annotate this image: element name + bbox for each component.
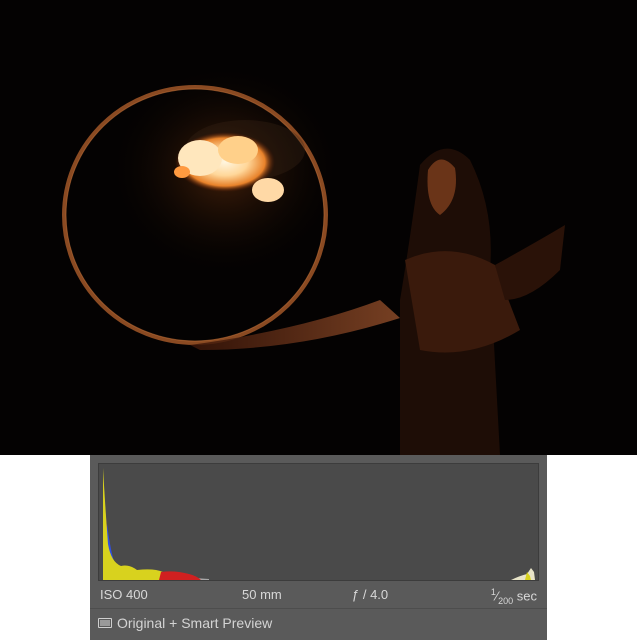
focal-length-value: 50 mm: [242, 587, 282, 602]
aperture-value: ƒ / 4.0: [352, 587, 389, 602]
histogram-red-channel: [159, 571, 201, 580]
histogram[interactable]: [98, 463, 539, 581]
shutter-speed-value: 1⁄200 sec: [490, 587, 537, 606]
preview-status-label: Original + Smart Preview: [117, 615, 273, 631]
histogram-gray-channel: [103, 474, 209, 580]
shutter-numerator: 1: [490, 587, 496, 597]
fire-performer-photo: [0, 0, 637, 455]
panel-divider: [90, 608, 547, 609]
iso-value: ISO 400: [100, 587, 148, 602]
histogram-yellow-channel: [103, 468, 174, 580]
smart-preview-icon: [98, 618, 112, 628]
histogram-highlights: [511, 568, 535, 580]
preview-status[interactable]: Original + Smart Preview: [98, 613, 272, 633]
shutter-denominator: 200: [498, 595, 514, 606]
histogram-graph: [103, 468, 535, 580]
photo-preview: [0, 0, 637, 455]
shutter-unit: sec: [516, 588, 537, 604]
exif-info-row: ISO 400 50 mm ƒ / 4.0 1⁄200 sec: [98, 585, 539, 606]
histogram-panel: ISO 400 50 mm ƒ / 4.0 1⁄200 sec Original…: [90, 455, 547, 640]
